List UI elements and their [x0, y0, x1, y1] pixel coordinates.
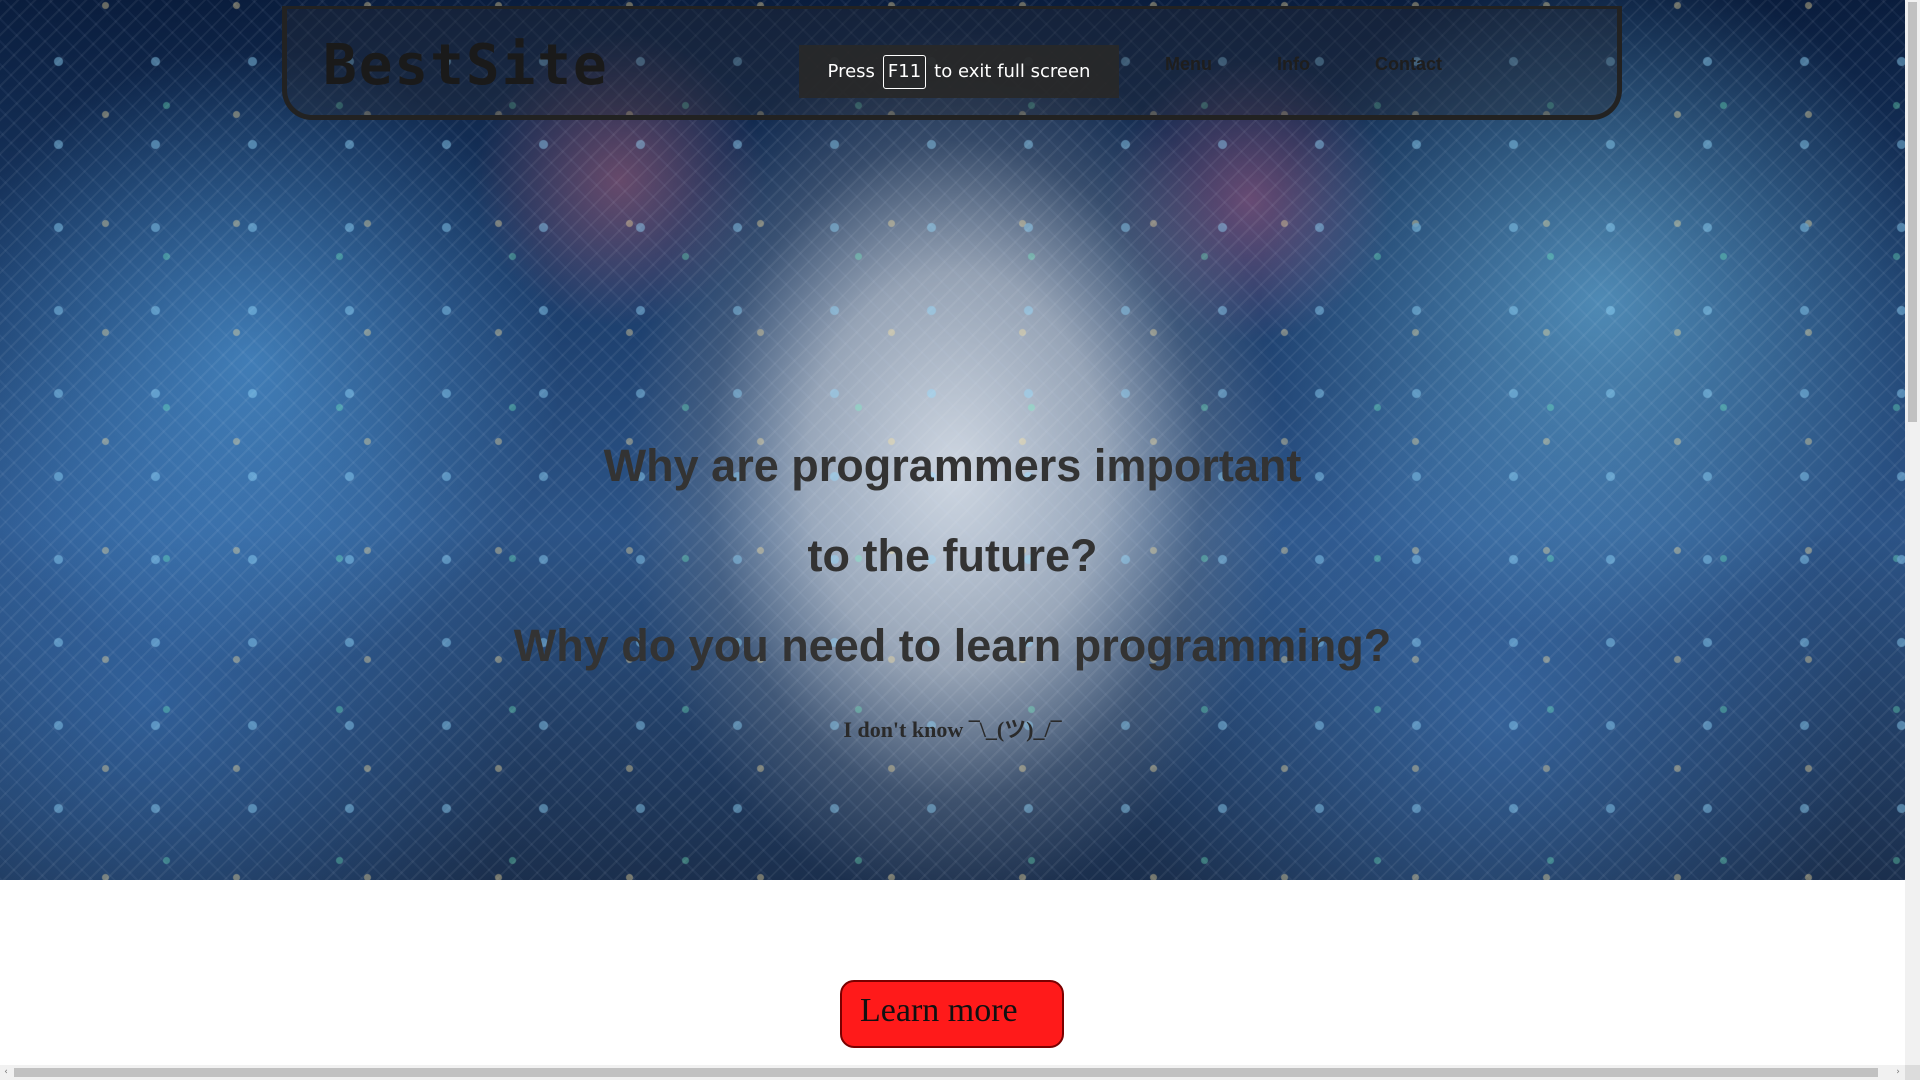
hero-heading-line-1: Why are programmers important [603, 440, 1302, 491]
scroll-right-icon[interactable]: › [1892, 1065, 1904, 1080]
hero-heading-line-2: to the future? [807, 530, 1098, 581]
fullscreen-notice-prefix: Press [827, 61, 875, 82]
nav-link-menu[interactable]: Menu [1165, 54, 1212, 75]
scrollbar-corner [1905, 1065, 1920, 1080]
learn-more-button[interactable]: Learn more [840, 980, 1064, 1048]
nav-link-contact[interactable]: Contact [1375, 54, 1442, 75]
site-logo[interactable]: BestSite [323, 33, 609, 98]
hero-section: BestSite Menu Info Contact Why are progr… [0, 0, 1905, 880]
fullscreen-notice-suffix: to exit full screen [934, 61, 1091, 82]
scroll-left-icon[interactable]: ‹ [0, 1065, 12, 1080]
page-viewport: BestSite Menu Info Contact Why are progr… [0, 0, 1905, 1065]
horizontal-scrollbar-thumb[interactable] [14, 1068, 1878, 1077]
fullscreen-key: F11 [882, 54, 927, 89]
horizontal-scrollbar[interactable]: ‹ › [0, 1065, 1905, 1080]
vertical-scrollbar[interactable] [1905, 0, 1920, 1065]
hero-subtext: I don't know ¯\_(ツ)_/¯ [843, 717, 1062, 742]
hero-heading-line-3: Why do you need to learn programming? [513, 620, 1392, 671]
fullscreen-notice: Press F11 to exit full screen [799, 45, 1119, 98]
nav-link-info[interactable]: Info [1277, 54, 1310, 75]
vertical-scrollbar-thumb[interactable] [1908, 2, 1917, 422]
